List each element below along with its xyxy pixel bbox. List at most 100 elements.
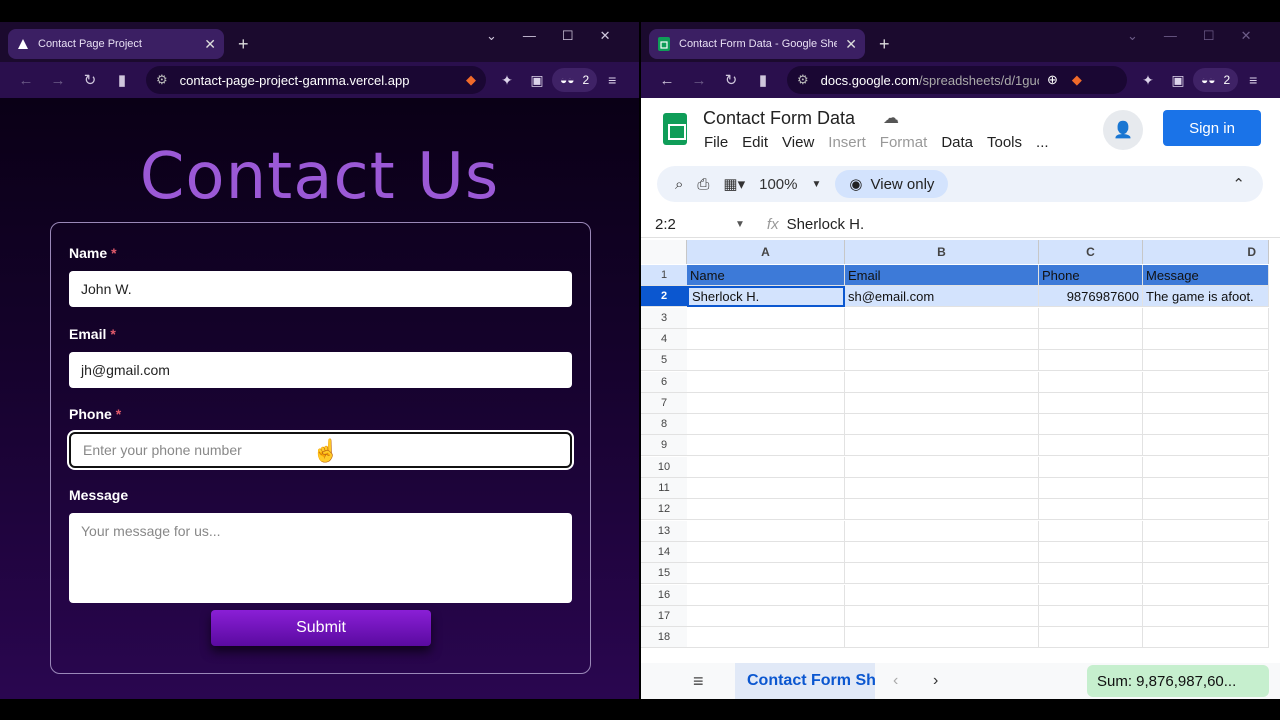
menu-icon[interactable]: ≡: [1238, 72, 1268, 88]
close-window-icon[interactable]: ✕: [1241, 28, 1252, 44]
data-cell[interactable]: Sherlock H.: [687, 286, 845, 308]
zoom-select[interactable]: 100%: [759, 176, 797, 193]
empty-cell[interactable]: [1143, 605, 1269, 627]
chevron-down-icon[interactable]: ⌄: [486, 28, 497, 44]
empty-cell[interactable]: [1143, 392, 1269, 414]
row-header[interactable]: 8: [641, 414, 687, 436]
empty-cell[interactable]: [1143, 328, 1269, 350]
wallet-pill[interactable]: ◒◒ 2: [1193, 68, 1239, 92]
new-tab-icon[interactable]: +: [879, 34, 890, 55]
empty-cell[interactable]: [1039, 350, 1143, 372]
empty-cell[interactable]: [845, 414, 1039, 436]
sum-indicator[interactable]: Sum: 9,876,987,60...: [1087, 665, 1269, 697]
row-header[interactable]: 14: [641, 541, 687, 563]
empty-cell[interactable]: [1039, 435, 1143, 457]
menu-item[interactable]: Format: [880, 134, 928, 151]
empty-cell[interactable]: [845, 563, 1039, 585]
back-icon[interactable]: ←: [651, 72, 683, 89]
empty-cell[interactable]: [1039, 392, 1143, 414]
empty-cell[interactable]: [687, 605, 845, 627]
empty-cell[interactable]: [1143, 435, 1269, 457]
row-header[interactable]: 2: [641, 286, 687, 308]
empty-cell[interactable]: [1143, 563, 1269, 585]
empty-cell[interactable]: [687, 584, 845, 606]
site-settings-icon[interactable]: ⚙: [156, 72, 168, 88]
header-cell[interactable]: Name: [687, 265, 845, 286]
forward-icon[interactable]: →: [683, 72, 715, 89]
close-tab-icon[interactable]: ✕: [845, 36, 857, 53]
empty-cell[interactable]: [1039, 563, 1143, 585]
empty-cell[interactable]: [1039, 307, 1143, 329]
empty-cell[interactable]: [687, 307, 845, 329]
empty-cell[interactable]: [687, 392, 845, 414]
row-header[interactable]: 10: [641, 456, 687, 478]
bookmark-icon[interactable]: ▮: [747, 71, 779, 89]
empty-cell[interactable]: [687, 478, 845, 499]
sheets-logo-icon[interactable]: [663, 113, 687, 145]
column-header[interactable]: C: [1039, 240, 1143, 264]
forward-icon[interactable]: →: [42, 72, 74, 89]
menu-item[interactable]: Data: [941, 134, 973, 151]
formula-value[interactable]: Sherlock H.: [787, 216, 865, 233]
empty-cell[interactable]: [1039, 478, 1143, 499]
empty-cell[interactable]: [1039, 414, 1143, 436]
empty-cell[interactable]: [845, 499, 1039, 521]
empty-cell[interactable]: [687, 371, 845, 393]
header-cell[interactable]: Phone: [1039, 265, 1143, 286]
empty-cell[interactable]: [1143, 414, 1269, 436]
row-header[interactable]: 17: [641, 605, 687, 627]
empty-cell[interactable]: [1143, 350, 1269, 372]
back-icon[interactable]: ←: [10, 72, 42, 89]
empty-cell[interactable]: [845, 350, 1039, 372]
brave-shield-icon[interactable]: ◆: [466, 72, 476, 88]
row-header[interactable]: 1: [641, 265, 687, 286]
row-header[interactable]: 15: [641, 563, 687, 585]
sidebar-icon[interactable]: ▣: [522, 72, 552, 89]
data-cell[interactable]: sh@email.com: [845, 286, 1039, 308]
row-header[interactable]: 7: [641, 392, 687, 414]
empty-cell[interactable]: [1039, 499, 1143, 521]
empty-cell[interactable]: [687, 520, 845, 542]
header-cell[interactable]: Email: [845, 265, 1039, 286]
bookmark-icon[interactable]: ▮: [106, 71, 138, 89]
empty-cell[interactable]: [845, 478, 1039, 499]
menu-item[interactable]: Edit: [742, 134, 768, 151]
row-header[interactable]: 16: [641, 584, 687, 606]
empty-cell[interactable]: [1039, 371, 1143, 393]
row-header[interactable]: 6: [641, 371, 687, 393]
empty-cell[interactable]: [1039, 456, 1143, 478]
empty-cell[interactable]: [687, 627, 845, 649]
empty-cell[interactable]: [845, 627, 1039, 649]
name-box-chevron-icon[interactable]: ▼: [735, 219, 745, 230]
empty-cell[interactable]: [687, 563, 845, 585]
empty-cell[interactable]: [1143, 520, 1269, 542]
print-icon[interactable]: ⎙: [697, 176, 709, 193]
row-header[interactable]: 11: [641, 478, 687, 499]
minimize-icon[interactable]: —: [1164, 28, 1177, 44]
empty-cell[interactable]: [1039, 541, 1143, 563]
menu-item[interactable]: Insert: [828, 134, 866, 151]
new-tab-icon[interactable]: +: [238, 34, 249, 55]
empty-cell[interactable]: [687, 456, 845, 478]
tab-contact-page[interactable]: Contact Page Project ✕: [8, 29, 224, 59]
minimize-icon[interactable]: —: [523, 28, 536, 44]
empty-cell[interactable]: [845, 456, 1039, 478]
menu-item[interactable]: View: [782, 134, 814, 151]
add-person-icon[interactable]: 👤: [1103, 110, 1143, 150]
empty-cell[interactable]: [1039, 627, 1143, 649]
empty-cell[interactable]: [845, 328, 1039, 350]
data-cell[interactable]: The game is afoot.: [1143, 286, 1269, 308]
empty-cell[interactable]: [687, 414, 845, 436]
format-icon[interactable]: ▦▾: [723, 175, 745, 193]
url-field[interactable]: ⚙ contact-page-project-gamma.vercel.app …: [146, 66, 486, 94]
zoom-chevron-icon[interactable]: ▼: [812, 179, 822, 190]
extensions-icon[interactable]: ✦: [492, 72, 522, 89]
name-box[interactable]: 2:2: [655, 216, 735, 233]
header-cell[interactable]: Message: [1143, 265, 1269, 286]
column-header[interactable]: D: [1143, 240, 1269, 264]
empty-cell[interactable]: [1143, 627, 1269, 649]
url-field[interactable]: ⚙ docs.google.com/spreadsheets/d/1guoD..…: [787, 66, 1127, 94]
row-header[interactable]: 9: [641, 435, 687, 457]
empty-cell[interactable]: [1143, 456, 1269, 478]
close-window-icon[interactable]: ✕: [600, 28, 611, 44]
